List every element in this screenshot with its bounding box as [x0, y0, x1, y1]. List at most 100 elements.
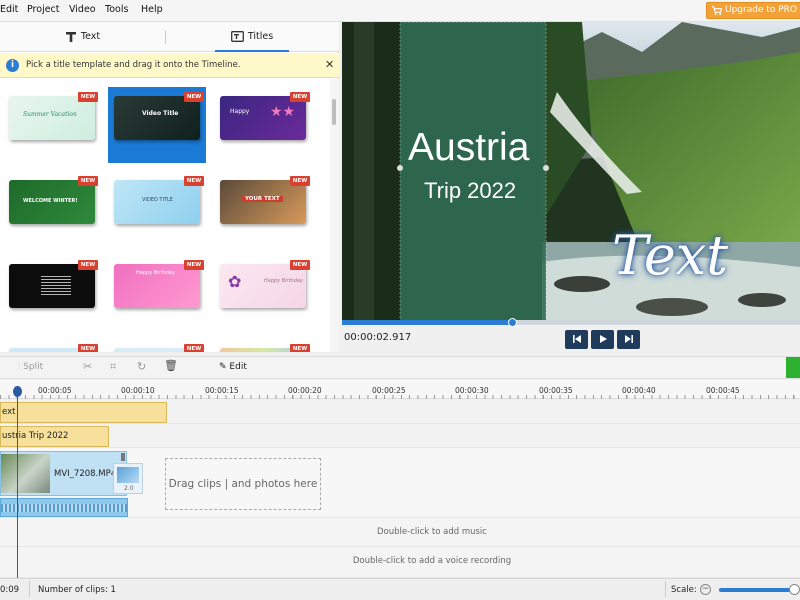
transition-duration: 2.0	[124, 485, 134, 492]
star-decoration-icon: ★★	[270, 104, 296, 120]
status-divider	[665, 581, 666, 597]
titles-panel: Text Titles i Pick a title template and …	[0, 22, 339, 352]
ruler-tick: 00:00:45	[706, 386, 740, 395]
tab-divider	[165, 30, 166, 44]
tab-titles-label: Titles	[247, 31, 274, 42]
close-icon[interactable]: ✕	[325, 53, 334, 77]
ruler-tick: 00:00:30	[455, 386, 489, 395]
ruler-tick: 00:00:25	[372, 386, 406, 395]
template-happy-stars[interactable]: Happy ★★	[220, 96, 306, 140]
ruler-tick: 00:00:35	[539, 386, 573, 395]
drop-zone[interactable]: Drag clips | and photos here	[165, 458, 321, 510]
new-badge: NEW	[184, 92, 204, 102]
template-label: Happy Birthday	[136, 270, 175, 276]
split-button[interactable]: ⫶ Split	[18, 362, 43, 372]
cut-icon[interactable]: ✂	[83, 360, 92, 373]
upgrade-button[interactable]: Upgrade to PRO V	[706, 2, 800, 19]
video-clip-name: MVI_7208.MP4	[54, 469, 117, 479]
tab-titles[interactable]: Titles	[215, 22, 289, 52]
preview-overlay-text[interactable]: Text	[612, 224, 728, 287]
ruler-tick: 00:00:10	[121, 386, 155, 395]
new-badge: NEW	[290, 344, 310, 352]
split-label: Split	[23, 362, 44, 372]
new-badge: NEW	[184, 260, 204, 270]
preview-timecode: 00:00:02.917	[344, 332, 412, 343]
menu-video[interactable]: Video	[69, 4, 96, 15]
export-button[interactable]	[786, 357, 800, 378]
title-track	[0, 424, 800, 448]
skip-back-button[interactable]	[565, 330, 588, 349]
credits-lines	[41, 276, 71, 296]
scale-slider[interactable]	[719, 588, 795, 592]
video-preview[interactable]: Austria Trip 2022 Text	[342, 22, 800, 322]
new-badge: NEW	[78, 92, 98, 102]
delete-icon[interactable]: 🗑	[164, 359, 178, 372]
crop-icon[interactable]: ⌗	[110, 360, 116, 374]
timeline-ruler[interactable]: 00:00:05 00:00:10 00:00:15 00:00:20 00:0…	[0, 380, 800, 399]
status-time: 0:09	[0, 585, 20, 595]
text-clip[interactable]: ext	[0, 402, 167, 423]
video-clip-thumbnail	[1, 454, 50, 493]
templates-scrollbar[interactable]	[330, 79, 339, 352]
template-label: Video Title	[142, 110, 179, 117]
new-badge: NEW	[184, 176, 204, 186]
cart-icon	[711, 6, 722, 16]
template-video-title[interactable]: Video Title	[114, 96, 200, 140]
new-badge: NEW	[290, 92, 310, 102]
upgrade-label: Upgrade to PRO V	[725, 5, 800, 15]
template-label: Summer Vacation	[23, 111, 77, 118]
skip-forward-icon	[624, 335, 633, 343]
preview-subtitle[interactable]: Trip 2022	[424, 178, 516, 204]
play-icon	[599, 335, 607, 343]
ruler-minor-ticks	[0, 395, 800, 399]
template-label: Happy	[230, 108, 250, 115]
zoom-out-icon[interactable]: −	[700, 584, 711, 595]
template-video-title-blue[interactable]: VIDEO TITLE	[114, 180, 200, 224]
menu-help[interactable]: Help	[141, 4, 163, 15]
scale-slider-handle[interactable]	[789, 584, 800, 595]
seek-handle[interactable]	[508, 318, 517, 327]
template-happy-birthday-pink[interactable]: Happy Birthday	[114, 264, 200, 308]
split-icon: ⫶	[18, 362, 21, 372]
skip-forward-button[interactable]	[617, 330, 640, 349]
template-your-text[interactable]: YOUR TEXT	[220, 180, 306, 224]
rotate-icon[interactable]: ↻	[137, 360, 146, 373]
play-button[interactable]	[591, 330, 614, 349]
edit-icon: ✎	[219, 362, 227, 372]
tab-text[interactable]: Text	[0, 22, 165, 52]
audio-waveform	[1, 504, 127, 512]
seek-progress	[342, 320, 512, 325]
new-badge: NEW	[78, 260, 98, 270]
playhead-line[interactable]	[17, 386, 18, 578]
clip-handle[interactable]	[121, 453, 125, 461]
edit-label: Edit	[229, 362, 247, 372]
new-badge: NEW	[78, 344, 98, 352]
edit-button[interactable]: ✎ Edit	[219, 362, 247, 372]
skip-back-icon	[572, 335, 581, 343]
template-welcome-winter[interactable]: WELCOME WINTER!	[9, 180, 95, 224]
template-happy-birthday-flowers[interactable]: ✿ Happy Birthday	[220, 264, 306, 308]
ruler-tick: 00:00:05	[38, 386, 72, 395]
template-summer-vacation[interactable]: Summer Vacation	[9, 96, 95, 140]
audio-waveform-clip[interactable]	[0, 498, 128, 517]
add-voice-hint: Double-click to add a voice recording	[352, 556, 512, 566]
template-label: Happy Birthday	[264, 278, 303, 284]
text-t-icon	[65, 31, 76, 42]
video-clip[interactable]: MVI_7208.MP4	[0, 451, 127, 496]
add-music-hint: Double-click to add music	[377, 527, 487, 537]
scrollbar-thumb[interactable]	[332, 99, 336, 125]
playhead-handle[interactable]	[13, 386, 22, 397]
template-black-credits[interactable]	[9, 264, 95, 308]
titles-icon	[230, 31, 244, 42]
status-clip-count: Number of clips: 1	[38, 585, 116, 595]
preview-title[interactable]: Austria	[408, 126, 529, 170]
ruler-tick: 00:00:15	[205, 386, 239, 395]
transition-block[interactable]: 2.0	[113, 463, 143, 494]
new-badge: NEW	[184, 344, 204, 352]
menu-tools[interactable]: Tools	[105, 4, 128, 15]
hint-text: Pick a title template and drag it onto t…	[26, 60, 241, 70]
menu-project[interactable]: Project	[27, 4, 60, 15]
status-divider	[29, 581, 30, 597]
menu-edit[interactable]: Edit	[0, 4, 18, 15]
transition-icon	[117, 467, 139, 483]
